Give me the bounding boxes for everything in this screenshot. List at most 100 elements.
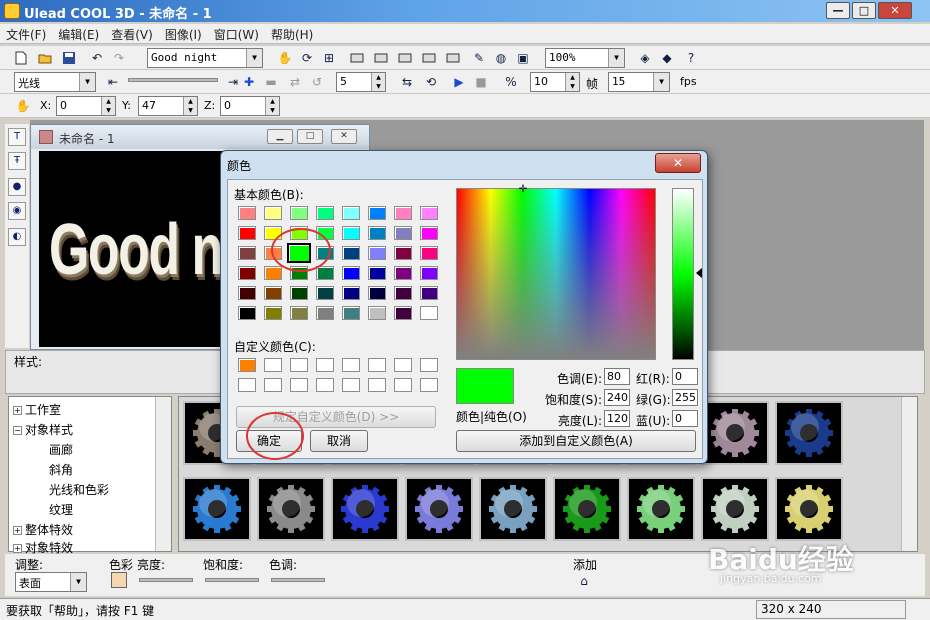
basic-color-swatch[interactable]: [420, 266, 438, 280]
layout1-icon[interactable]: [348, 49, 366, 67]
tree-expander[interactable]: +: [13, 406, 22, 415]
timeline-start-icon[interactable]: ⇤: [104, 73, 122, 91]
basic-color-swatch[interactable]: [342, 306, 360, 320]
basic-color-swatch[interactable]: [238, 266, 256, 280]
green-field[interactable]: 255: [672, 389, 698, 406]
basic-color-swatch[interactable]: [394, 246, 412, 260]
gallery-thumbnail[interactable]: [183, 477, 251, 541]
object-list-icon[interactable]: ◐: [8, 228, 26, 246]
insert-geometry-icon[interactable]: ●: [8, 178, 26, 196]
tree-item-global-effects[interactable]: + 整体特效: [13, 521, 73, 538]
basic-color-swatch[interactable]: [264, 206, 282, 220]
add-style-icon[interactable]: ⌂: [575, 572, 593, 590]
add-to-custom-colors-button[interactable]: 添加到自定义颜色(A): [456, 430, 696, 452]
z-spinner[interactable]: 0 ▲ ▼: [220, 96, 280, 116]
layout2-icon[interactable]: [372, 49, 390, 67]
redo-icon[interactable]: ↷: [110, 49, 128, 67]
zoom-combo[interactable]: 100% ▼: [545, 48, 625, 68]
cancel-button[interactable]: 取消: [310, 430, 368, 452]
timeline-slider[interactable]: [128, 78, 218, 82]
custom-color-swatch[interactable]: [342, 358, 360, 372]
custom-color-swatch[interactable]: [264, 378, 282, 392]
dialog-close-button[interactable]: ✕: [655, 153, 701, 173]
minimize-button[interactable]: —: [826, 2, 850, 19]
tree-expander[interactable]: +: [13, 526, 22, 535]
rotate-icon[interactable]: ⟳: [298, 49, 316, 67]
tree-item-texture[interactable]: 纹理: [49, 501, 73, 518]
reverse-icon[interactable]: ⇄: [286, 73, 304, 91]
basic-color-swatch[interactable]: [316, 226, 334, 240]
define-custom-colors-button[interactable]: 规定自定义颜色(D) >>: [236, 406, 436, 428]
basic-color-swatch[interactable]: [316, 246, 334, 260]
open-folder-icon[interactable]: [36, 49, 54, 67]
menu-view[interactable]: 查看(V): [105, 24, 159, 45]
frames-spinner[interactable]: 10 ▲ ▼: [530, 72, 580, 92]
gallery-thumbnail[interactable]: [627, 477, 695, 541]
basic-color-swatch[interactable]: [420, 226, 438, 240]
basic-color-swatch[interactable]: [420, 306, 438, 320]
tree-scrollbar[interactable]: [155, 397, 171, 551]
basic-color-swatch[interactable]: [290, 286, 308, 300]
color-swatch[interactable]: [111, 572, 127, 588]
custom-color-swatch[interactable]: [420, 358, 438, 372]
chevron-down-icon[interactable]: ▼: [653, 73, 669, 91]
basic-color-swatch[interactable]: [264, 286, 282, 300]
gallery-thumbnail[interactable]: [405, 477, 473, 541]
spinner-arrows-icon[interactable]: ▲ ▼: [101, 97, 115, 115]
custom-color-swatch[interactable]: [342, 378, 360, 392]
doc-close-button[interactable]: ✕: [331, 129, 357, 144]
globe-icon[interactable]: ◍: [492, 49, 510, 67]
basic-color-swatch[interactable]: [368, 286, 386, 300]
tree-expander[interactable]: +: [13, 544, 22, 553]
basic-color-swatch[interactable]: [264, 306, 282, 320]
chevron-down-icon[interactable]: ▼: [79, 73, 95, 91]
tree-expander[interactable]: −: [13, 426, 22, 435]
basic-color-swatch[interactable]: [316, 306, 334, 320]
layout3-icon[interactable]: [396, 49, 414, 67]
luminance-bar[interactable]: [672, 188, 694, 360]
menu-image[interactable]: 图像(I): [159, 24, 208, 45]
custom-color-swatch[interactable]: [264, 358, 282, 372]
menu-edit[interactable]: 编辑(E): [52, 24, 105, 45]
tree-item-object-style[interactable]: − 对象样式: [13, 421, 73, 438]
text-combo[interactable]: Good night ▼: [147, 48, 263, 68]
custom-color-swatch[interactable]: [368, 358, 386, 372]
basic-color-swatch[interactable]: [342, 266, 360, 280]
custom-color-swatch[interactable]: [290, 358, 308, 372]
menu-file[interactable]: 文件(F): [0, 24, 52, 45]
stop-icon[interactable]: ■: [472, 73, 490, 91]
basic-color-swatch[interactable]: [394, 206, 412, 220]
saturation-slider[interactable]: [205, 578, 259, 582]
brightness-slider[interactable]: [139, 578, 193, 582]
basic-color-swatch[interactable]: [342, 246, 360, 260]
tree-item-studio[interactable]: + 工作室: [13, 401, 61, 418]
basic-color-swatch-selected[interactable]: [287, 243, 311, 263]
chevron-down-icon[interactable]: ▼: [608, 49, 624, 67]
custom-color-swatch[interactable]: [238, 378, 256, 392]
basic-color-swatch[interactable]: [290, 206, 308, 220]
basic-color-swatch[interactable]: [316, 206, 334, 220]
custom-color-swatch[interactable]: [238, 358, 256, 372]
custom-color-swatch[interactable]: [316, 378, 334, 392]
basic-color-swatch[interactable]: [342, 226, 360, 240]
basic-color-swatch[interactable]: [420, 206, 438, 220]
new-file-icon[interactable]: [12, 49, 30, 67]
tree-item-bevel[interactable]: 斜角: [49, 461, 73, 478]
gallery-thumbnail[interactable]: [701, 401, 769, 465]
export-icon[interactable]: ◆: [658, 49, 676, 67]
basic-color-swatch[interactable]: [368, 266, 386, 280]
picture-icon[interactable]: ▣: [514, 49, 532, 67]
keyframe-spinner[interactable]: 5 ▲ ▼: [336, 72, 386, 92]
surface-combo[interactable]: 表面 ▼: [15, 572, 87, 592]
render-icon[interactable]: ◈: [636, 49, 654, 67]
gallery-thumbnail[interactable]: [775, 477, 843, 541]
spinner-arrows-icon[interactable]: ▲ ▼: [565, 73, 579, 91]
custom-color-swatch[interactable]: [394, 378, 412, 392]
ok-button[interactable]: 确定: [236, 430, 302, 452]
basic-color-swatch[interactable]: [394, 266, 412, 280]
size-icon[interactable]: ⊞: [320, 49, 338, 67]
add-keyframe-icon[interactable]: ✚: [240, 73, 258, 91]
basic-color-swatch[interactable]: [264, 246, 282, 260]
menu-window[interactable]: 窗口(W): [208, 24, 265, 45]
custom-color-swatch[interactable]: [394, 358, 412, 372]
